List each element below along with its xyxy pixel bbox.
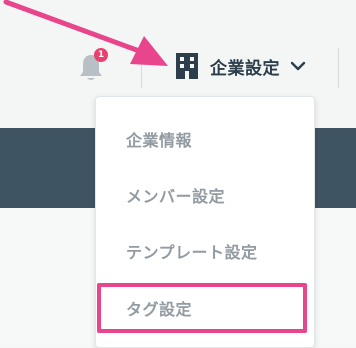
annotation-arrow-icon — [3, 0, 168, 66]
